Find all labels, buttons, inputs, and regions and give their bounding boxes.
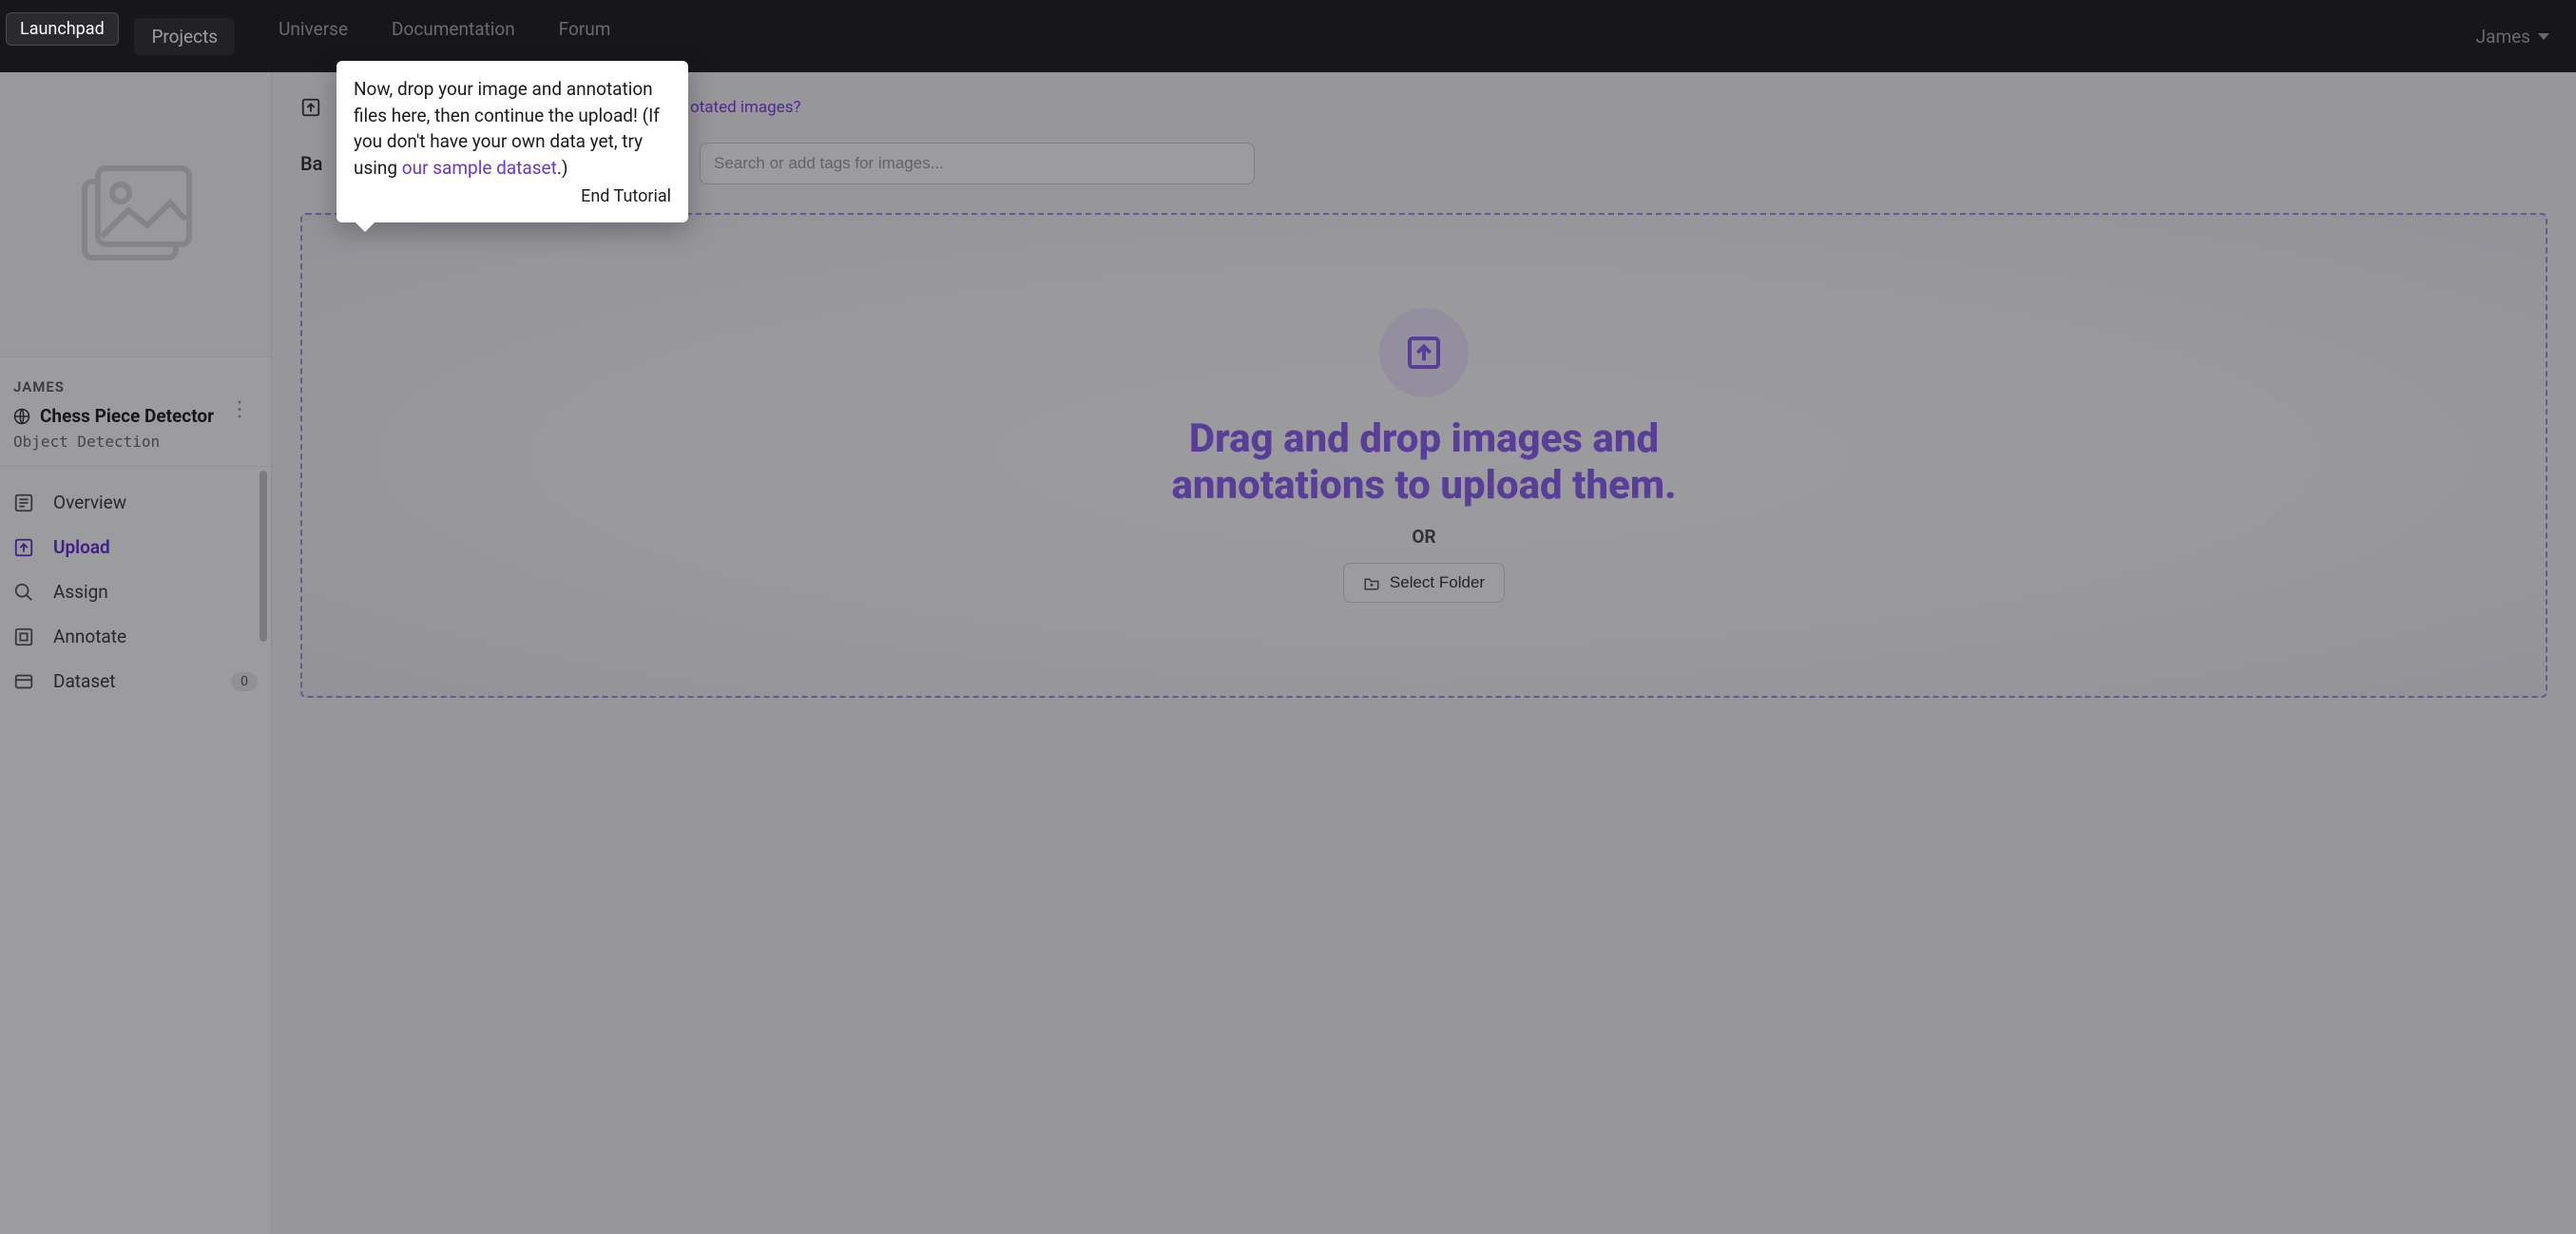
tutorial-popover: Now, drop your image and annotation file… — [336, 61, 688, 222]
sample-dataset-link[interactable]: our sample dataset — [402, 157, 557, 179]
end-tutorial-button[interactable]: End Tutorial — [354, 184, 671, 209]
tutorial-text-tail: .) — [557, 157, 568, 179]
launchpad-badge: Launchpad — [6, 12, 119, 46]
